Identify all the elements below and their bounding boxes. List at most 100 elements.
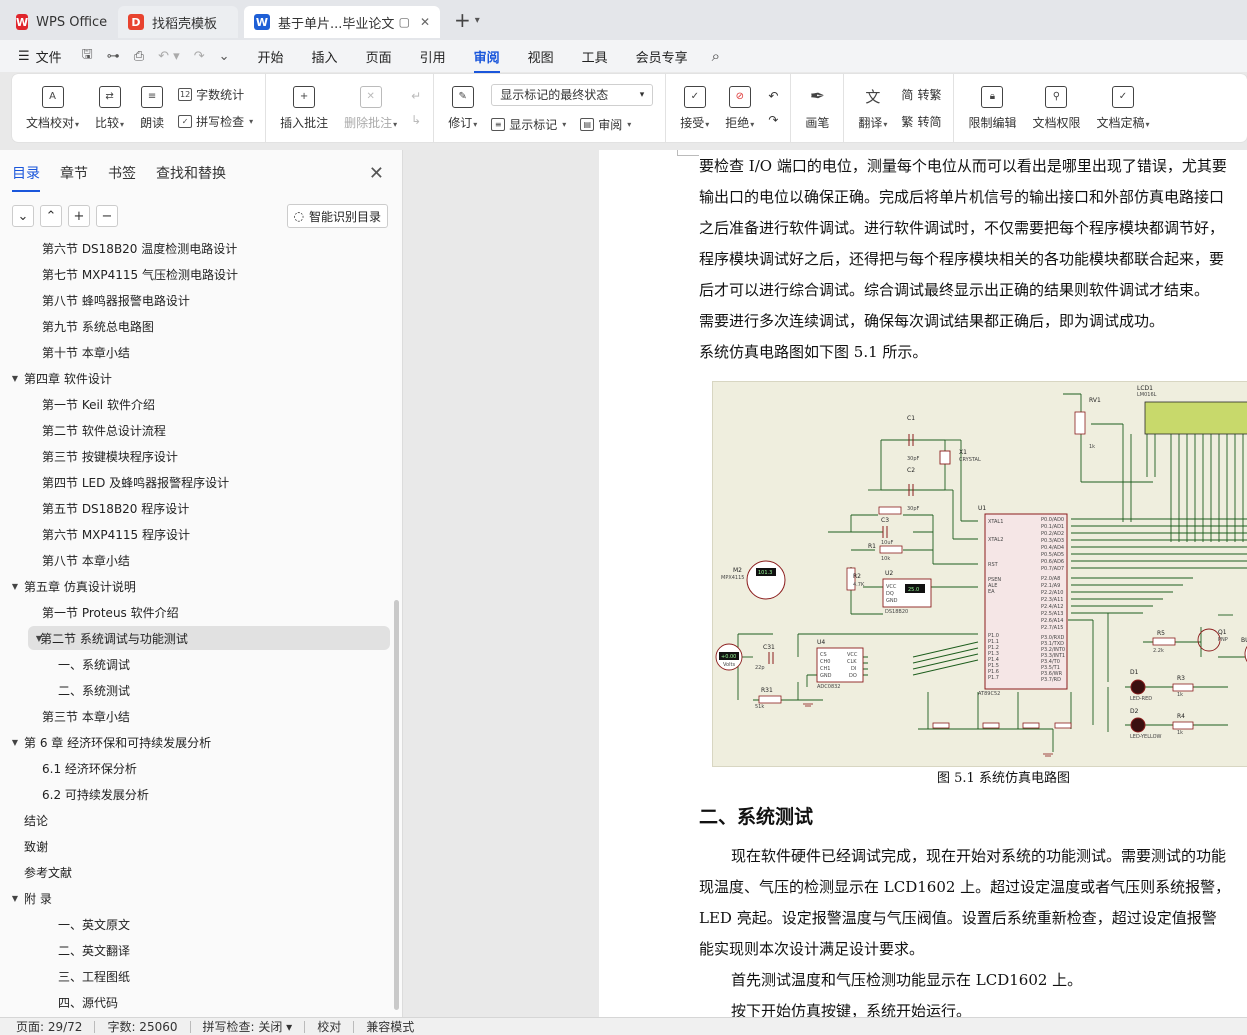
toc-item[interactable]: ▼ 第五章 仿真设计说明 xyxy=(8,574,136,598)
nav-tab-find-replace[interactable]: 查找和替换 xyxy=(156,163,226,183)
tab-current-document[interactable]: W 基于单片...毕业论文 ▢ ✕ xyxy=(244,6,440,38)
track-changes-button[interactable]: ✎ 修订▾ xyxy=(440,74,485,142)
toc-item[interactable]: 一、系统调试 xyxy=(42,652,130,676)
menu-references[interactable]: 引用 xyxy=(420,47,446,66)
body-paragraph-line: 需要进行多次连续调试，确保每次调试结果都正确后，即为调试成功。 xyxy=(699,312,1165,330)
toc-item[interactable]: 四、源代码 xyxy=(42,990,118,1014)
toc-item[interactable]: 二、系统测试 xyxy=(42,678,130,702)
collapse-triangle-icon[interactable]: ▼ xyxy=(8,582,22,591)
undo-icon[interactable]: ↶ ▾ xyxy=(158,49,180,64)
search-icon[interactable]: ⌕ xyxy=(712,47,720,65)
delete-comment-button[interactable]: ✕ 删除批注▾ xyxy=(336,74,405,142)
collapse-triangle-icon[interactable]: ▼ xyxy=(8,738,22,747)
toc-item[interactable]: 参考文献 xyxy=(8,860,72,884)
tab-wps-office[interactable]: W WPS Office xyxy=(6,6,114,38)
toc-item[interactable]: 第六节 DS18B20 温度检测电路设计 xyxy=(26,238,237,260)
toc-scrollbar[interactable] xyxy=(394,600,399,1010)
toc-item[interactable]: 结论 xyxy=(8,808,48,832)
restrict-editing-button[interactable]: 🔒︎ 限制编辑 xyxy=(960,74,1024,142)
tab-close-icon[interactable]: ✕ xyxy=(420,15,430,29)
doc-proof-button[interactable]: A 文档校对▾ xyxy=(18,74,87,142)
previous-change-icon[interactable]: ↶ xyxy=(768,89,778,103)
menu-tools[interactable]: 工具 xyxy=(582,47,608,66)
doc-permission-button[interactable]: ⚲ 文档权限 xyxy=(1024,74,1088,142)
print-preview-icon[interactable]: ⎙ xyxy=(134,49,144,64)
toc-item[interactable]: 第一节 Keil 软件介绍 xyxy=(26,392,155,416)
menu-review[interactable]: 审阅 xyxy=(473,47,500,73)
collapse-triangle-icon[interactable]: ▼ xyxy=(8,894,22,903)
tab-docer-templates[interactable]: D 找稻壳模板 xyxy=(118,6,238,38)
toc-item[interactable]: 第三节 本章小结 xyxy=(26,704,130,728)
show-markup-button[interactable]: ≡ 显示标记 ▾ xyxy=(491,116,566,133)
nav-tab-toc[interactable]: 目录 xyxy=(12,163,40,192)
doc-finalize-button[interactable]: ✓ 文档定稿▾ xyxy=(1088,74,1157,142)
collapse-chevron-up-icon[interactable]: ⌃ xyxy=(40,205,62,227)
save-icon[interactable]: 🖫 xyxy=(82,45,93,67)
toc-item[interactable]: 第九节 系统总电路图 xyxy=(26,314,154,338)
spell-check-button[interactable]: ✓ 拼写检查 ▾ xyxy=(178,113,253,130)
menu-insert[interactable]: 插入 xyxy=(312,47,338,66)
redo-icon[interactable]: ↷ xyxy=(194,49,205,64)
share-icon[interactable]: ⊶ xyxy=(107,49,120,64)
previous-comment-icon[interactable]: ↵ xyxy=(411,89,421,103)
toc-item[interactable]: 第十节 本章小结 xyxy=(26,340,130,364)
toc-item[interactable]: 致谢 xyxy=(8,834,48,858)
file-menu[interactable]: ☰ 文件 xyxy=(18,47,62,66)
compare-button[interactable]: ⇄ 比较▾ xyxy=(87,74,132,142)
smart-toc-button[interactable]: ◌ 智能识别目录 xyxy=(286,204,388,228)
collapse-triangle-icon[interactable]: ▼ xyxy=(8,374,22,383)
tab-window-icon[interactable]: ▢ xyxy=(399,15,410,29)
toc-item[interactable]: ▼ 第二节 系统调试与功能测试 xyxy=(28,626,390,650)
lcd-display xyxy=(1144,401,1247,435)
nav-tab-bookmarks[interactable]: 书签 xyxy=(108,163,136,183)
read-aloud-button[interactable]: ≡ 朗读 xyxy=(132,74,172,142)
pen-button[interactable]: ✒ 画笔 xyxy=(797,74,837,142)
accept-button[interactable]: ✓ 接受▾ xyxy=(672,74,717,142)
toc-item[interactable]: 第四节 LED 及蜂鸣器报警程序设计 xyxy=(26,470,229,494)
remove-minus-icon[interactable]: − xyxy=(96,205,118,227)
toc-item[interactable]: 第六节 MXP4115 程序设计 xyxy=(26,522,190,546)
word-count-button[interactable]: 12 字数统计 xyxy=(178,86,253,103)
nav-tab-sections[interactable]: 章节 xyxy=(60,163,88,183)
proof-status[interactable]: 校对 xyxy=(317,1018,341,1035)
toc-item[interactable]: 第五节 DS18B20 程序设计 xyxy=(26,496,189,520)
toc-item[interactable]: 第八节 本章小结 xyxy=(26,548,130,572)
toc-item[interactable]: 6.2 可持续发展分析 xyxy=(26,782,149,806)
toc-item[interactable]: 第八节 蜂鸣器报警电路设计 xyxy=(26,288,190,312)
translate-button[interactable]: 文 翻译▾ xyxy=(850,74,895,142)
toc-item[interactable]: ▼ 附 录 xyxy=(8,886,52,910)
tab-label: WPS Office xyxy=(36,14,108,30)
toc-item[interactable]: 二、英文翻译 xyxy=(42,938,130,962)
review-pane-button[interactable]: ▤ 审阅 ▾ xyxy=(580,116,631,133)
to-simplified-button[interactable]: 繁 转简 xyxy=(901,113,941,130)
menu-home[interactable]: 开始 xyxy=(258,47,284,66)
new-tab-plus-icon[interactable]: + xyxy=(454,8,471,32)
menu-view[interactable]: 视图 xyxy=(528,47,554,66)
markup-state-select[interactable]: 显示标记的最终状态 ▾ xyxy=(491,83,654,106)
close-icon[interactable]: ✕ xyxy=(369,163,384,184)
menu-member[interactable]: 会员专享 xyxy=(636,47,688,66)
rv1-potentiometer xyxy=(1074,411,1086,435)
add-plus-icon[interactable]: + xyxy=(68,205,90,227)
expand-chevron-down-icon[interactable]: ⌄ xyxy=(12,205,34,227)
toc-item[interactable]: 第一节 Proteus 软件介绍 xyxy=(26,600,179,624)
toc-item[interactable]: 6.1 经济环保分析 xyxy=(26,756,137,780)
toc-item[interactable]: ▼ 第四章 软件设计 xyxy=(8,366,112,390)
toc-item[interactable]: 一、英文原文 xyxy=(42,912,130,936)
quick-access-chevron-down-icon[interactable]: ⌄ xyxy=(219,49,230,64)
toc-item[interactable]: 第三节 按键模块程序设计 xyxy=(26,444,178,468)
toc-item[interactable]: 第七节 MXP4115 气压检测电路设计 xyxy=(26,262,238,286)
to-traditional-button[interactable]: 简 转繁 xyxy=(901,86,941,103)
word-count-indicator[interactable]: 字数: 25060 xyxy=(107,1018,177,1035)
next-change-icon[interactable]: ↷ xyxy=(768,113,778,127)
toc-item[interactable]: ▼ 第 6 章 经济环保和可持续发展分析 xyxy=(8,730,211,754)
spell-check-status[interactable]: 拼写检查: 关闭 ▾ xyxy=(203,1018,293,1035)
insert-comment-button[interactable]: + 插入批注 xyxy=(272,74,336,142)
new-tab-chevron-down-icon[interactable]: ▾ xyxy=(475,15,480,26)
toc-item[interactable]: 第二节 软件总设计流程 xyxy=(26,418,166,442)
reject-button[interactable]: ⊘ 拒绝▾ xyxy=(717,74,762,142)
menu-page[interactable]: 页面 xyxy=(366,47,392,66)
toc-item[interactable]: 三、工程图纸 xyxy=(42,964,130,988)
page-indicator[interactable]: 页面: 29/72 xyxy=(16,1018,82,1035)
next-comment-icon[interactable]: ↳ xyxy=(411,113,421,127)
